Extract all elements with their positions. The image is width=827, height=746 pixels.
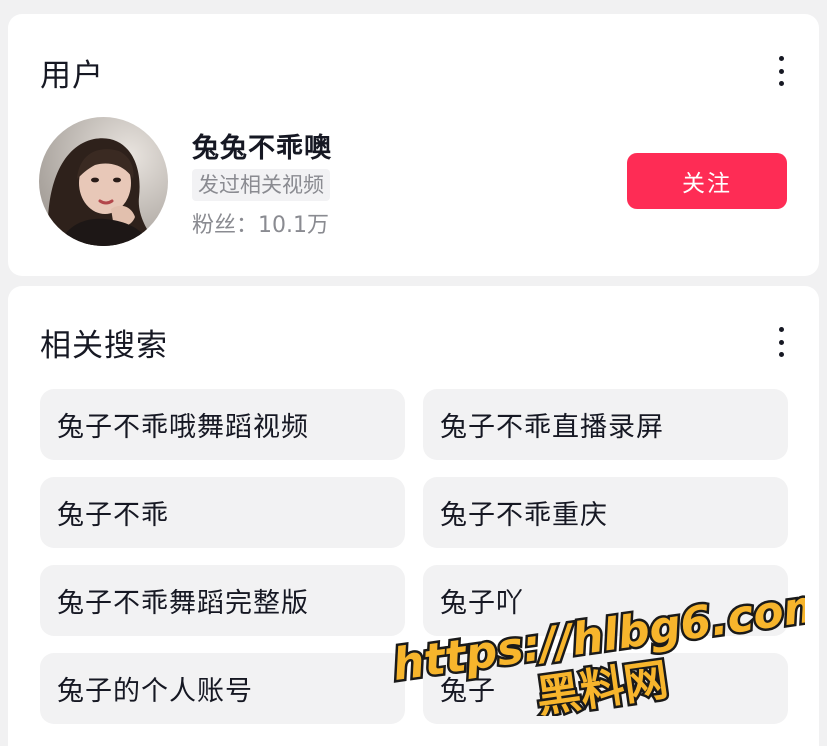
fans-count: 粉丝：10.1万 bbox=[192, 213, 329, 238]
more-vertical-icon[interactable] bbox=[771, 327, 791, 357]
more-dot bbox=[778, 56, 784, 61]
user-section-card: 用户 兔兔不乖噢 发过相关视频 粉丝：10.1万 关注 bbox=[8, 14, 819, 276]
more-vertical-icon[interactable] bbox=[771, 56, 791, 86]
related-search-item[interactable]: 兔子不乖哦舞蹈视频 bbox=[40, 389, 405, 460]
avatar-image bbox=[39, 117, 168, 246]
related-search-item[interactable]: 兔子吖 bbox=[423, 565, 788, 636]
related-search-title: 相关搜索 bbox=[40, 328, 168, 364]
related-search-item[interactable]: 兔子 bbox=[423, 653, 788, 724]
related-search-item[interactable]: 兔子不乖直播录屏 bbox=[423, 389, 788, 460]
avatar[interactable] bbox=[39, 117, 168, 246]
related-search-item[interactable]: 兔子不乖重庆 bbox=[423, 477, 788, 548]
related-search-grid: 兔子不乖哦舞蹈视频 兔子不乖直播录屏 兔子不乖 兔子不乖重庆 兔子不乖舞蹈完整版… bbox=[40, 389, 788, 724]
related-search-item[interactable]: 兔子不乖舞蹈完整版 bbox=[40, 565, 405, 636]
user-section-title: 用户 bbox=[40, 58, 104, 94]
more-dot bbox=[778, 339, 784, 345]
follow-button[interactable]: 关注 bbox=[627, 153, 787, 209]
user-nickname[interactable]: 兔兔不乖噢 bbox=[192, 126, 332, 165]
more-dot bbox=[778, 352, 784, 357]
related-search-item[interactable]: 兔子不乖 bbox=[40, 477, 405, 548]
related-search-card: 相关搜索 兔子不乖哦舞蹈视频 兔子不乖直播录屏 兔子不乖 兔子不乖重庆 兔子不乖… bbox=[8, 286, 819, 746]
related-search-item[interactable]: 兔子的个人账号 bbox=[40, 653, 405, 724]
more-dot bbox=[778, 68, 784, 74]
related-video-tag: 发过相关视频 bbox=[192, 169, 330, 201]
more-dot bbox=[778, 81, 784, 86]
more-dot bbox=[778, 327, 784, 332]
